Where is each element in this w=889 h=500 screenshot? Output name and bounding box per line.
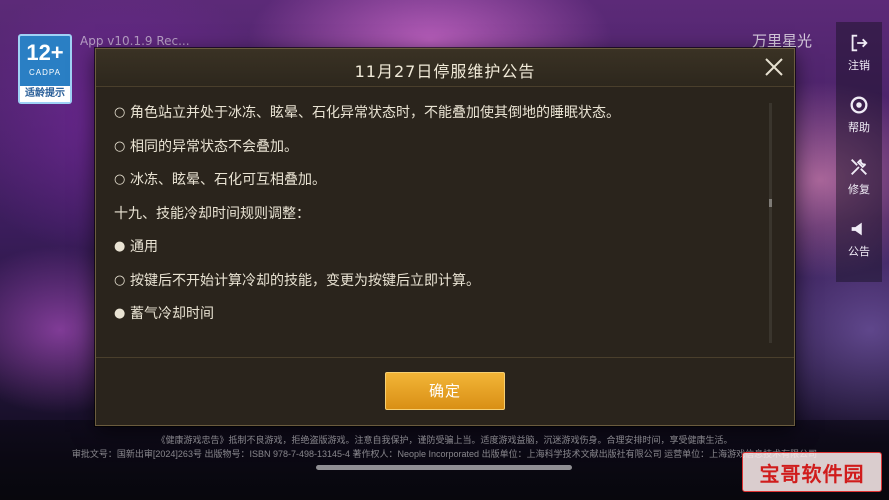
section-heading-text: 十九、技能冷却时间规则调整： [114,205,310,222]
dialog-title: 11月27日停服维护公告 [354,62,536,81]
side-item-label: 注销 [848,59,870,72]
side-item-label: 修复 [848,183,870,196]
help-icon [850,96,868,114]
scrollbar-track[interactable] [769,103,772,343]
list-item: ○ 冰冻、眩晕、石化可互相叠加。 [114,170,764,204]
dialog-header: 11月27日停服维护公告 [96,49,794,87]
side-menu: 注销 帮助 修复 公告 [836,22,882,282]
bullet: ● [114,239,126,254]
age-rating-badge: 12+ CADPA 适龄提示 [18,34,72,104]
watermark-logo: 宝哥软件园 [742,452,882,492]
bullet: ○ [114,172,126,187]
list-item: ● 通用 [114,237,764,271]
side-item-announcement[interactable]: 公告 [848,218,870,270]
side-item-repair[interactable]: 修复 [848,156,870,208]
list-item: ● 蓄气冷却时间 [114,304,764,338]
age-rating-org: CADPA [29,68,61,77]
bullet: ○ [114,272,126,288]
health-notice: 《健康游戏忠告》抵制不良游戏，拒绝盗版游戏。注意自我保护，谨防受骗上当。适度游戏… [156,435,733,445]
list-item-text: 蓄气冷却时间 [130,306,214,322]
section-heading: 十九、技能冷却时间规则调整： [114,204,764,238]
age-rating-number: 12+ [26,40,64,65]
scrollbar-thumb[interactable] [769,199,772,207]
repair-icon [851,159,867,175]
list-item-text: 角色站立并处于冰冻、眩晕、石化异常状态时，不能叠加使其倒地的睡眠状态。 [130,105,620,121]
side-item-label: 帮助 [848,121,870,134]
close-icon [765,58,783,76]
list-item-text: 冰冻、眩晕、石化可互相叠加。 [130,172,326,188]
list-item-text: 通用 [130,239,158,255]
announcement-icon [851,222,862,236]
close-button[interactable] [762,55,786,79]
side-item-logout[interactable]: 注销 [848,32,870,84]
side-item-help[interactable]: 帮助 [848,94,870,146]
dialog-footer: 确定 [96,357,794,425]
bullet: ● [114,306,126,321]
logout-icon [851,34,868,52]
side-item-label: 公告 [848,245,870,258]
home-indicator[interactable] [316,465,572,470]
age-rating-tip: 适龄提示 [20,86,70,102]
maintenance-notice-dialog: 11月27日停服维护公告 ○ 角色站立并处于冰冻、眩晕、石化异常状态时，不能叠加… [95,48,795,426]
bullet: ○ [114,138,126,154]
list-item-text: 按键后不开始计算冷却的技能，变更为按键后立即计算。 [130,272,480,289]
version-text: App v10.1.9 Rec... [80,34,190,48]
confirm-button[interactable]: 确定 [385,372,505,410]
dialog-content[interactable]: ○ 角色站立并处于冰冻、眩晕、石化异常状态时，不能叠加使其倒地的睡眠状态。 ○ … [114,103,764,373]
bullet: ○ [114,105,126,120]
list-item: ○ 角色站立并处于冰冻、眩晕、石化异常状态时，不能叠加使其倒地的睡眠状态。 [114,103,764,137]
list-item: ○ 按键后不开始计算冷却的技能，变更为按键后立即计算。 [114,271,764,305]
list-item: ○ 相同的异常状态不会叠加。 [114,137,764,171]
list-item-text: 相同的异常状态不会叠加。 [130,138,298,155]
